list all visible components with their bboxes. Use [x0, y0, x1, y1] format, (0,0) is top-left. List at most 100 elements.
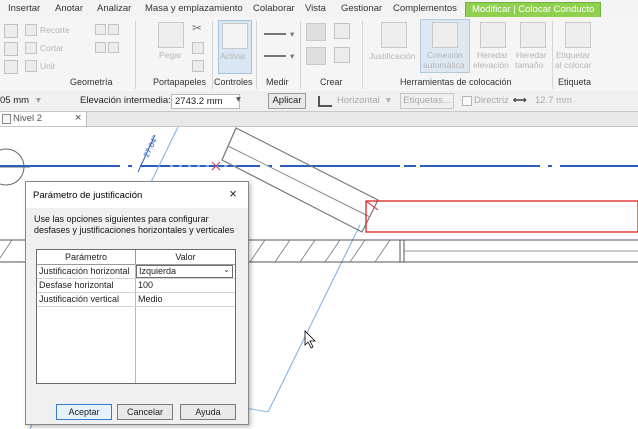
recorte-icon[interactable]	[25, 24, 37, 36]
copy-icon[interactable]	[192, 42, 204, 54]
length-value[interactable]: 12.7 mm	[535, 95, 572, 106]
join-icon[interactable]	[4, 60, 18, 74]
dialog-title-bar[interactable]: Parámetro de justificación ×	[26, 182, 248, 208]
elevation-input[interactable]: 2743.2 mm	[171, 94, 240, 109]
mouse-cursor	[304, 330, 316, 349]
diameter-value[interactable]: 05 mm	[0, 95, 29, 106]
scissors-icon[interactable]: ✂	[192, 22, 202, 34]
help-button[interactable]: Ayuda	[180, 404, 236, 420]
paste-icon[interactable]	[158, 22, 184, 48]
create-parts-icon[interactable]	[306, 47, 326, 65]
dialog-title: Parámetro de justificación	[33, 190, 143, 201]
unir-icon[interactable]	[25, 60, 37, 72]
tag-on-placement-icon[interactable]	[565, 22, 591, 48]
justification-icon[interactable]	[381, 22, 407, 48]
recorte-button[interactable]: Recorte	[40, 25, 70, 35]
create-similar-icon[interactable]	[334, 47, 350, 63]
view-tab-label: Nivel 2	[13, 113, 43, 124]
inherit-elevation-label-1[interactable]: Heredar	[477, 50, 508, 60]
tag-on-placement-label-2[interactable]: al colocar	[555, 60, 591, 70]
measure-icon[interactable]	[264, 33, 286, 35]
ribbon-panel: Recorte Cortar Unir Geometría Pegar ✂ Po…	[0, 17, 638, 92]
group-label-portapapeles: Portapapeles	[153, 77, 207, 87]
justification-dialog: Parámetro de justificación × Use las opc…	[25, 181, 249, 425]
cortar-icon[interactable]	[25, 42, 37, 54]
group-label-geometria: Geometría	[70, 77, 113, 87]
elevation-label: Elevación intermedia:	[80, 95, 171, 106]
activate-button[interactable]: Activar	[220, 51, 246, 61]
measure-dropdown-icon[interactable]: ▾	[290, 29, 294, 39]
inherit-elevation-label-2[interactable]: elevación	[473, 60, 509, 70]
tab-analizar[interactable]: Analizar	[97, 2, 131, 16]
cut-geometry-icon[interactable]	[4, 42, 18, 56]
close-view-icon[interactable]: ×	[75, 112, 81, 125]
activate-icon	[222, 23, 248, 49]
duct-preview	[365, 200, 638, 233]
paste-button[interactable]: Pegar	[159, 50, 182, 60]
ribbon-tab-bar: Insertar Anotar Analizar Masa y emplazam…	[0, 0, 638, 18]
inherit-elevation-icon[interactable]	[480, 22, 506, 48]
dimension-icon[interactable]	[264, 55, 286, 57]
cancel-button[interactable]: Cancelar	[117, 404, 173, 420]
cortar-button[interactable]: Cortar	[40, 43, 64, 53]
elevation-dropdown-icon[interactable]: ▾	[236, 94, 241, 105]
inherit-size-label-2[interactable]: tamaño	[515, 60, 543, 70]
horizontal-justification-select[interactable]: Izquierda	[136, 265, 233, 278]
tab-anotar[interactable]: Anotar	[55, 2, 83, 16]
group-label-controles: Controles	[214, 77, 253, 87]
parameter-table: Parámetro Valor Justificación horizontal…	[36, 249, 236, 384]
tag-on-placement-label-1[interactable]: Etiquetar	[556, 50, 590, 60]
view-tab-bar	[0, 112, 638, 127]
duct-centerline-guide	[267, 224, 361, 413]
param-justificacion-vertical: Justificación vertical	[39, 294, 120, 304]
tab-colaborar[interactable]: Colaborar	[253, 2, 295, 16]
unir-button[interactable]: Unir	[40, 61, 56, 71]
slope-icon[interactable]	[318, 96, 332, 107]
tab-insertar[interactable]: Insertar	[8, 2, 40, 16]
orientation-select[interactable]: Horizontal	[337, 95, 380, 106]
column-header-valor[interactable]: Valor	[136, 250, 235, 265]
directriz-checkbox[interactable]	[462, 96, 472, 106]
group-label-crear: Crear	[320, 77, 343, 87]
directriz-label: Directriz	[474, 95, 509, 106]
justification-button[interactable]: Justificación	[369, 51, 415, 61]
orientation-dropdown-icon[interactable]: ▾	[386, 95, 391, 106]
column-header-parametro[interactable]: Parámetro	[37, 250, 136, 265]
vertical-justification-value[interactable]: Medio	[136, 293, 163, 306]
cope-icon[interactable]	[4, 24, 18, 38]
tab-modificar-colocar-conducto[interactable]: Modificar | Colocar Conducto	[465, 2, 602, 18]
create-group-icon[interactable]	[334, 23, 350, 39]
inherit-size-icon[interactable]	[520, 22, 546, 48]
chevron-down-icon[interactable]: ⌄	[223, 265, 230, 274]
auto-connect-label-2: automática	[423, 60, 465, 70]
param-justificacion-horizontal: Justificación horizontal	[39, 266, 130, 276]
auto-connect-icon	[432, 22, 458, 48]
ok-button[interactable]: Aceptar	[56, 404, 112, 420]
group-label-herramientas-colocacion: Herramientas de colocación	[400, 77, 512, 87]
match-properties-icon[interactable]	[192, 60, 204, 72]
close-icon[interactable]: ×	[226, 187, 240, 201]
tab-complementos[interactable]: Complementos	[393, 2, 457, 16]
floor-plan-icon	[2, 114, 11, 124]
dropdown-arrow-icon[interactable]: ▾	[36, 95, 41, 106]
tags-button[interactable]: Etiquetas...	[400, 93, 454, 109]
create-assembly-icon[interactable]	[306, 23, 326, 41]
wall-join-icon[interactable]	[95, 24, 106, 35]
horizontal-offset-value[interactable]: 100	[136, 279, 153, 292]
apply-button[interactable]: Aplicar	[268, 93, 306, 109]
paint-icon[interactable]	[95, 42, 106, 53]
tab-masa-emplazamiento[interactable]: Masa y emplazamiento	[145, 2, 243, 16]
split-face-icon[interactable]	[108, 24, 119, 35]
param-desfase-horizontal: Desfase horizontal	[39, 280, 114, 290]
options-bar: 05 mm ▾ Elevación intermedia: 2743.2 mm …	[0, 91, 638, 197]
tab-vista[interactable]: Vista	[305, 2, 326, 16]
remove-paint-icon[interactable]	[108, 42, 119, 53]
dimension-dropdown-icon[interactable]: ▾	[290, 51, 294, 61]
inherit-size-label-1[interactable]: Heredar	[516, 50, 547, 60]
group-label-etiqueta: Etiqueta	[558, 77, 592, 87]
view-tab-nivel-2[interactable]: Nivel 2 ×	[0, 112, 87, 126]
auto-connect-label-1: Conexión	[427, 50, 463, 60]
length-icon: ⟷	[513, 95, 527, 106]
angle-dimension-text: 27.64°	[142, 134, 160, 159]
tab-gestionar[interactable]: Gestionar	[341, 2, 382, 16]
